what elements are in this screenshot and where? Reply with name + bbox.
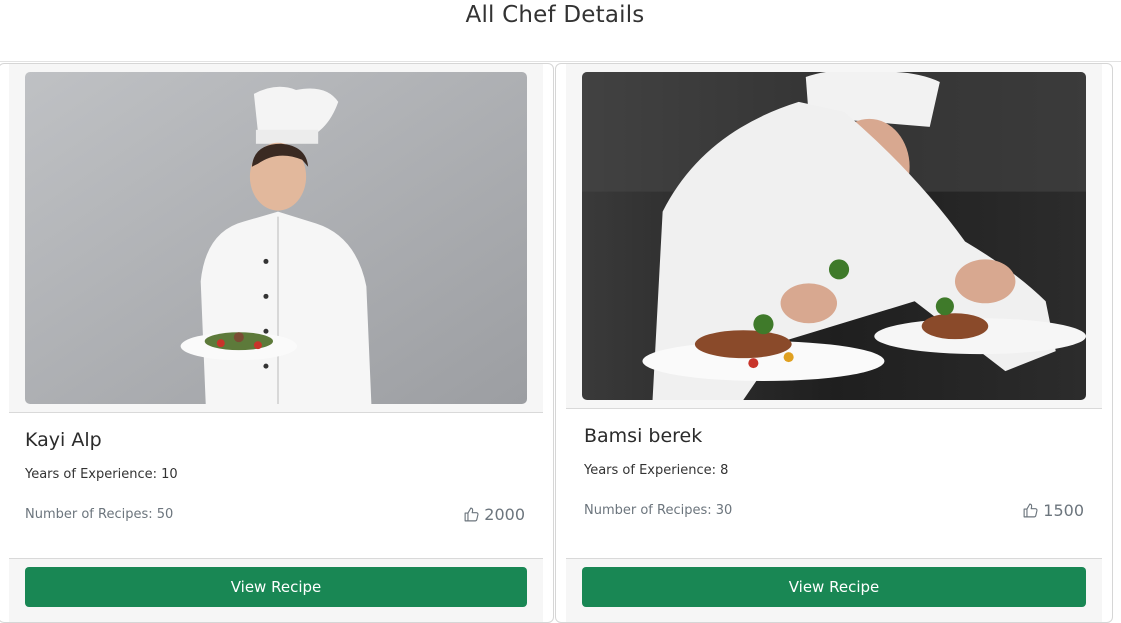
chef-name: Bamsi berek	[584, 425, 703, 447]
number-of-recipes: Number of Recipes: 50	[25, 507, 174, 522]
likes-value: 1500	[1043, 501, 1084, 520]
thumbs-up-icon	[464, 507, 479, 522]
likes-count: 1500	[1022, 501, 1084, 520]
chef-image-container	[566, 64, 1102, 409]
card-footer: View Recipe	[9, 558, 543, 622]
page-title: All Chef Details	[465, 2, 645, 28]
view-recipe-button[interactable]: View Recipe	[25, 567, 527, 607]
chef-image-container	[9, 64, 543, 413]
chef-photo	[25, 72, 527, 404]
chef-card: Bamsi berek Years of Experience: 8 Numbe…	[555, 63, 1113, 623]
card-footer: View Recipe	[566, 558, 1102, 622]
chef-card: Kayi Alp Years of Experience: 10 Number …	[0, 63, 554, 623]
thumbs-up-icon	[1023, 503, 1038, 518]
view-recipe-button[interactable]: View Recipe	[582, 567, 1086, 607]
likes-value: 2000	[484, 505, 525, 524]
chef-photo	[582, 72, 1086, 400]
chef-name: Kayi Alp	[25, 429, 102, 451]
years-of-experience: Years of Experience: 10	[25, 467, 178, 482]
number-of-recipes: Number of Recipes: 30	[584, 503, 733, 518]
divider	[0, 61, 1121, 62]
likes-count: 2000	[463, 505, 525, 524]
years-of-experience: Years of Experience: 8	[584, 463, 729, 478]
